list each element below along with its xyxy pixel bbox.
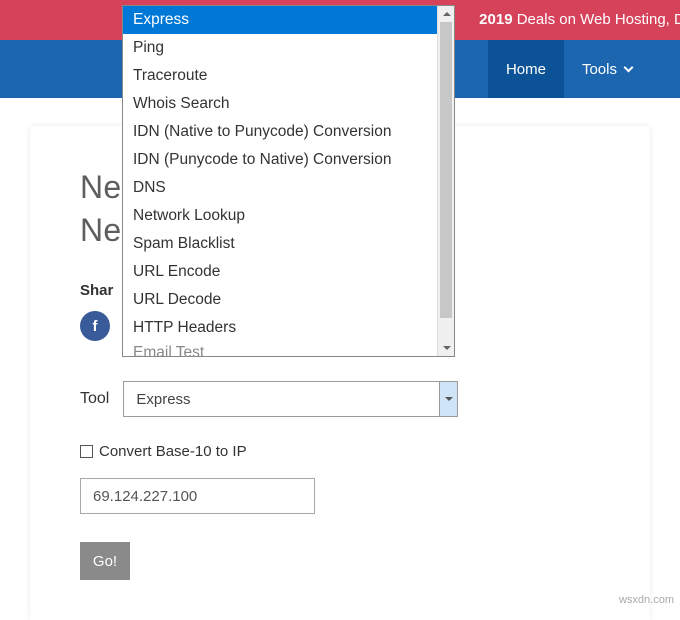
dropdown-option[interactable]: Whois Search bbox=[123, 90, 454, 118]
tool-select[interactable]: Express bbox=[123, 381, 458, 417]
dropdown-option[interactable]: Spam Blacklist bbox=[123, 230, 454, 258]
dropdown-option[interactable]: Network Lookup bbox=[123, 202, 454, 230]
dropdown-option[interactable]: URL Encode bbox=[123, 258, 454, 286]
nav-home-label: Home bbox=[506, 61, 546, 78]
dropdown-option[interactable]: Email Test bbox=[123, 342, 454, 356]
nav-home[interactable]: Home bbox=[488, 40, 564, 98]
tool-label: Tool bbox=[80, 390, 109, 408]
dropdown-option[interactable]: URL Decode bbox=[123, 286, 454, 314]
triangle-up-icon bbox=[443, 12, 451, 16]
watermark: wsxdn.com bbox=[619, 594, 674, 606]
triangle-down-icon bbox=[443, 346, 451, 350]
convert-base10-label: Convert Base-10 to IP bbox=[99, 443, 247, 460]
banner-text: Deals on Web Hosting, Doma bbox=[513, 11, 680, 28]
scroll-thumb[interactable] bbox=[440, 22, 452, 318]
ip-input[interactable]: 69.124.227.100 bbox=[80, 478, 315, 514]
dropdown-option[interactable]: IDN (Native to Punycode) Conversion bbox=[123, 118, 454, 146]
tool-select-value: Express bbox=[124, 391, 439, 408]
tool-select-toggle[interactable] bbox=[439, 382, 457, 416]
dropdown-option[interactable]: Traceroute bbox=[123, 62, 454, 90]
scroll-down-button[interactable] bbox=[438, 340, 455, 356]
dropdown-option[interactable]: Express bbox=[123, 6, 454, 34]
nav-tools[interactable]: Tools bbox=[564, 40, 650, 98]
dropdown-option[interactable]: IDN (Punycode to Native) Conversion bbox=[123, 146, 454, 174]
convert-base10-checkbox[interactable] bbox=[80, 445, 93, 458]
go-button[interactable]: Go! bbox=[80, 542, 130, 580]
dropdown-option[interactable]: Ping bbox=[123, 34, 454, 62]
scroll-up-button[interactable] bbox=[438, 6, 455, 22]
dropdown-option[interactable]: DNS bbox=[123, 174, 454, 202]
dropdown-scrollbar[interactable] bbox=[437, 6, 454, 356]
dropdown-option[interactable]: HTTP Headers bbox=[123, 314, 454, 342]
chevron-down-icon bbox=[624, 63, 634, 73]
facebook-icon[interactable]: f bbox=[80, 311, 110, 341]
scroll-track[interactable] bbox=[438, 22, 454, 340]
chevron-down-icon bbox=[445, 397, 453, 401]
tool-select-dropdown: ExpressPingTracerouteWhois SearchIDN (Na… bbox=[122, 5, 455, 357]
banner-year: 2019 bbox=[479, 11, 512, 28]
nav-tools-label: Tools bbox=[582, 61, 617, 78]
